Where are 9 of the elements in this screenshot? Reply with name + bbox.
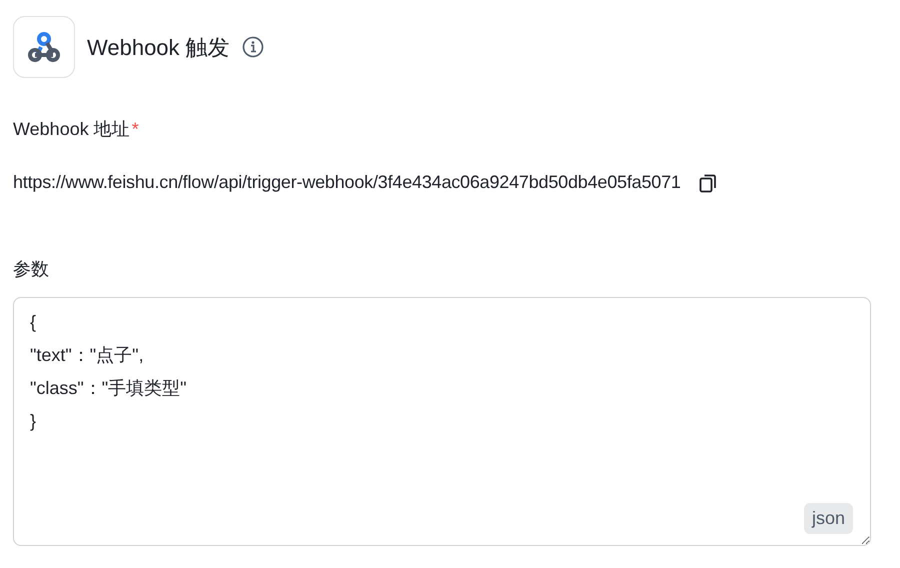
webhook-url: https://www.feishu.cn/flow/api/trigger-webhook/3f4e434ac06a9247bd50db4e05fa5071 — [13, 171, 681, 194]
format-badge: json — [804, 503, 853, 534]
info-icon[interactable] — [242, 36, 264, 58]
page-title: Webhook 触发 — [87, 34, 230, 62]
field-label: 参数 — [13, 259, 49, 279]
field-label: Webhook 地址 — [13, 118, 130, 141]
webhook-icon — [26, 31, 62, 63]
required-mark: * — [132, 118, 139, 141]
copy-icon[interactable] — [698, 172, 717, 192]
